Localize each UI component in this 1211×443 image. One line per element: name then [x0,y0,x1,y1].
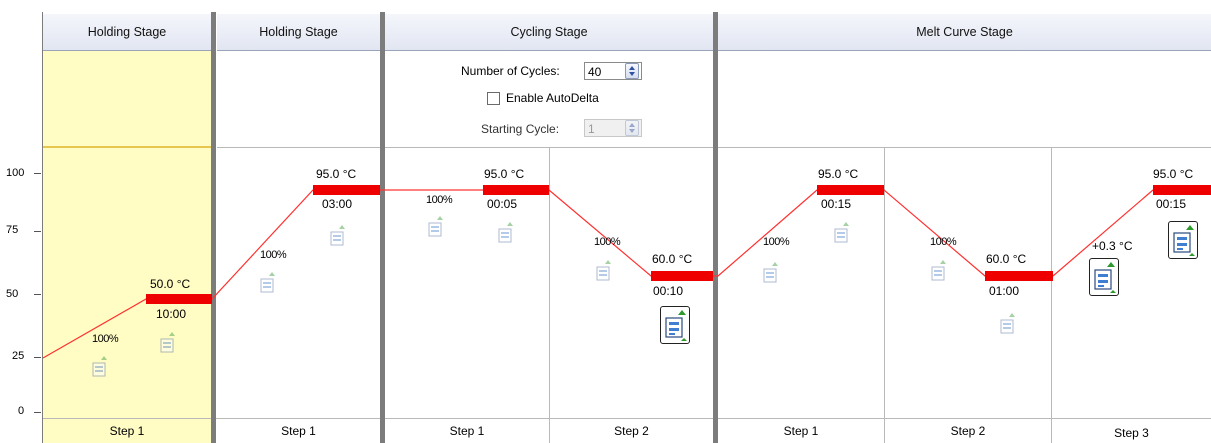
step-time[interactable]: 10:00 [156,307,186,321]
step-label[interactable]: Step 1 [718,424,884,438]
data-collection-icon[interactable] [260,272,277,294]
step-label[interactable]: Step 1 [385,424,549,438]
data-collection-icon[interactable] [1168,221,1198,259]
hold-bar [651,271,713,281]
data-collection-icon[interactable] [1089,258,1119,296]
step-temperature[interactable]: 60.0 °C [986,252,1026,266]
ramp-rate[interactable]: 100% [426,194,453,206]
ramp-rate[interactable]: +0.3 °C [1092,239,1133,253]
ramp-rate[interactable]: 100% [763,236,790,248]
step-label[interactable]: Step 1 [43,424,211,438]
hold-bar [1153,185,1211,195]
data-collection-icon[interactable] [931,260,948,282]
ramp-rate[interactable]: 100% [594,236,621,248]
ramp-rate[interactable]: 100% [260,249,287,261]
ramp-rate[interactable]: 100% [930,236,957,248]
thermal-profile-editor: Holding Stage Holding Stage Cycling Stag… [0,0,1211,443]
step-temperature[interactable]: 50.0 °C [150,277,190,291]
step-temperature[interactable]: 95.0 °C [818,167,858,181]
data-collection-icon[interactable] [660,306,690,344]
data-collection-icon[interactable] [428,216,445,238]
hold-bar [146,294,212,304]
step-time[interactable]: 01:00 [989,284,1019,298]
hold-bar [817,185,884,195]
hold-bar [483,185,549,195]
step-label[interactable]: Step 3 [1052,426,1211,440]
data-collection-icon[interactable] [330,225,347,247]
data-collection-icon[interactable] [92,356,109,378]
step-temperature[interactable]: 95.0 °C [316,167,356,181]
step-temperature[interactable]: 95.0 °C [1153,167,1193,181]
step-time[interactable]: 00:15 [821,197,851,211]
step-time[interactable]: 00:10 [653,284,683,298]
step-time[interactable]: 00:15 [1156,197,1186,211]
step-time[interactable]: 00:05 [487,197,517,211]
hold-bar [985,271,1053,281]
step-temperature[interactable]: 95.0 °C [484,167,524,181]
data-collection-icon[interactable] [763,262,780,284]
data-collection-icon[interactable] [834,222,851,244]
step-label[interactable]: Step 2 [885,424,1051,438]
temperature-profile-line [42,185,1211,359]
data-collection-icon[interactable] [1000,313,1017,335]
step-time[interactable]: 03:00 [322,197,352,211]
hold-bar [313,185,380,195]
step-temperature[interactable]: 60.0 °C [652,252,692,266]
data-collection-icon[interactable] [596,260,613,282]
data-collection-icon[interactable] [498,222,515,244]
step-label[interactable]: Step 1 [217,424,380,438]
data-collection-icon[interactable] [160,332,177,354]
step-label[interactable]: Step 2 [550,424,713,438]
ramp-rate[interactable]: 100% [92,333,119,345]
